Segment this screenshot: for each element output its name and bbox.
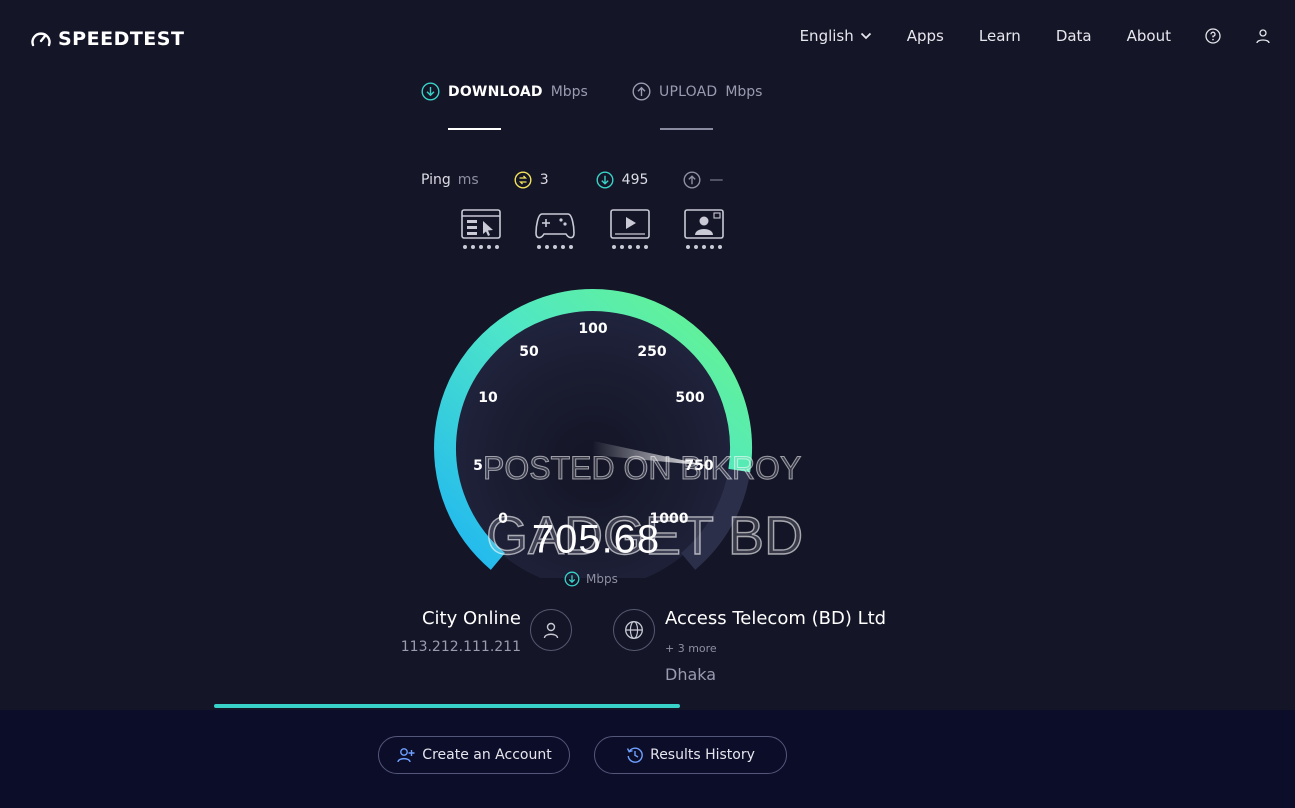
nav-apps[interactable]: Apps xyxy=(907,27,944,45)
streaming-icon xyxy=(610,209,650,249)
gauge-tick-500: 500 xyxy=(675,390,705,406)
isp-ip-address: 113.212.111.211 xyxy=(400,639,521,655)
gauge-tick-250: 250 xyxy=(637,344,667,360)
activity-streaming xyxy=(609,208,651,252)
ping-idle: 3 xyxy=(514,171,549,189)
language-selector[interactable]: English xyxy=(800,27,872,45)
ping-row: Ping ms 3 495 — xyxy=(421,171,723,189)
video-call-icon xyxy=(684,209,724,249)
gauge-tick-100: 100 xyxy=(578,321,608,337)
help-button[interactable] xyxy=(1205,28,1221,44)
upload-arrow-icon xyxy=(632,82,651,101)
add-user-icon xyxy=(397,748,415,763)
ping-unit: ms xyxy=(457,172,479,188)
history-icon xyxy=(626,747,643,763)
results-history-button[interactable]: Results History xyxy=(594,736,787,774)
server-more-link[interactable]: + 3 more xyxy=(665,642,717,655)
gaming-icon xyxy=(535,213,575,249)
ping-upload: — xyxy=(683,171,723,189)
tab-upload-unit: Mbps xyxy=(725,83,763,100)
browsing-icon xyxy=(461,209,501,249)
watermark-line-2: GADGET BD xyxy=(485,505,804,566)
download-arrow-small-icon xyxy=(564,571,580,587)
brand-name: SPEEDTEST xyxy=(58,28,185,50)
ping-download-value: 495 xyxy=(621,172,649,188)
server-globe-badge xyxy=(613,609,655,651)
gauge-tick-50: 50 xyxy=(519,344,539,360)
user-icon xyxy=(543,622,559,639)
speed-unit: Mbps xyxy=(564,571,618,587)
speedometer-icon xyxy=(31,32,51,47)
create-account-label: Create an Account xyxy=(422,747,552,763)
download-arrow-icon xyxy=(421,82,440,101)
test-progress-bar xyxy=(214,704,681,708)
nav-about[interactable]: About xyxy=(1127,27,1171,45)
footer-bar: Create an Account Results History xyxy=(0,710,1295,808)
tab-upload-label: UPLOAD xyxy=(659,83,718,100)
activity-gaming xyxy=(534,208,576,252)
gauge-tick-10: 10 xyxy=(478,390,498,406)
create-account-button[interactable]: Create an Account xyxy=(378,736,570,774)
user-icon xyxy=(1256,29,1270,44)
speedtest-logo[interactable]: SPEEDTEST xyxy=(30,28,184,50)
question-circle-icon xyxy=(1205,28,1221,44)
language-label: English xyxy=(799,27,854,45)
main-nav: English Apps Learn Data About xyxy=(765,27,1271,45)
account-button[interactable] xyxy=(1255,28,1271,44)
activity-browsing xyxy=(460,208,502,252)
nav-data[interactable]: Data xyxy=(1056,27,1092,45)
speed-unit-label: Mbps xyxy=(586,572,618,586)
idle-latency-icon xyxy=(514,171,532,189)
results-history-label: Results History xyxy=(650,747,755,763)
ping-idle-value: 3 xyxy=(539,172,549,188)
tab-download-underline xyxy=(448,128,501,130)
ping-upload-value: — xyxy=(709,172,724,188)
nav-learn[interactable]: Learn xyxy=(979,27,1021,45)
gauge-tick-5: 5 xyxy=(473,458,483,474)
server-city: Dhaka xyxy=(665,665,717,684)
tab-upload[interactable]: UPLOAD Mbps xyxy=(632,82,762,101)
isp-user-badge xyxy=(530,609,572,651)
chevron-down-icon xyxy=(860,32,871,40)
tab-download[interactable]: DOWNLOAD Mbps xyxy=(421,82,588,101)
server-name[interactable]: Access Telecom (BD) Ltd xyxy=(665,608,886,629)
ping-label: Ping xyxy=(421,172,451,188)
download-latency-icon xyxy=(596,171,614,189)
tab-download-label: DOWNLOAD xyxy=(448,83,543,100)
tab-download-unit: Mbps xyxy=(550,83,588,100)
globe-icon xyxy=(625,621,643,639)
top-navigation-bar: SPEEDTEST English Apps Learn Data About xyxy=(0,0,1295,78)
ping-download: 495 xyxy=(596,171,649,189)
isp-name: City Online xyxy=(421,608,521,629)
upload-latency-icon xyxy=(683,171,701,189)
tab-upload-underline xyxy=(660,128,713,130)
activity-video-call xyxy=(683,208,725,252)
watermark-line-1: POSTED ON BIKROY xyxy=(482,450,802,487)
